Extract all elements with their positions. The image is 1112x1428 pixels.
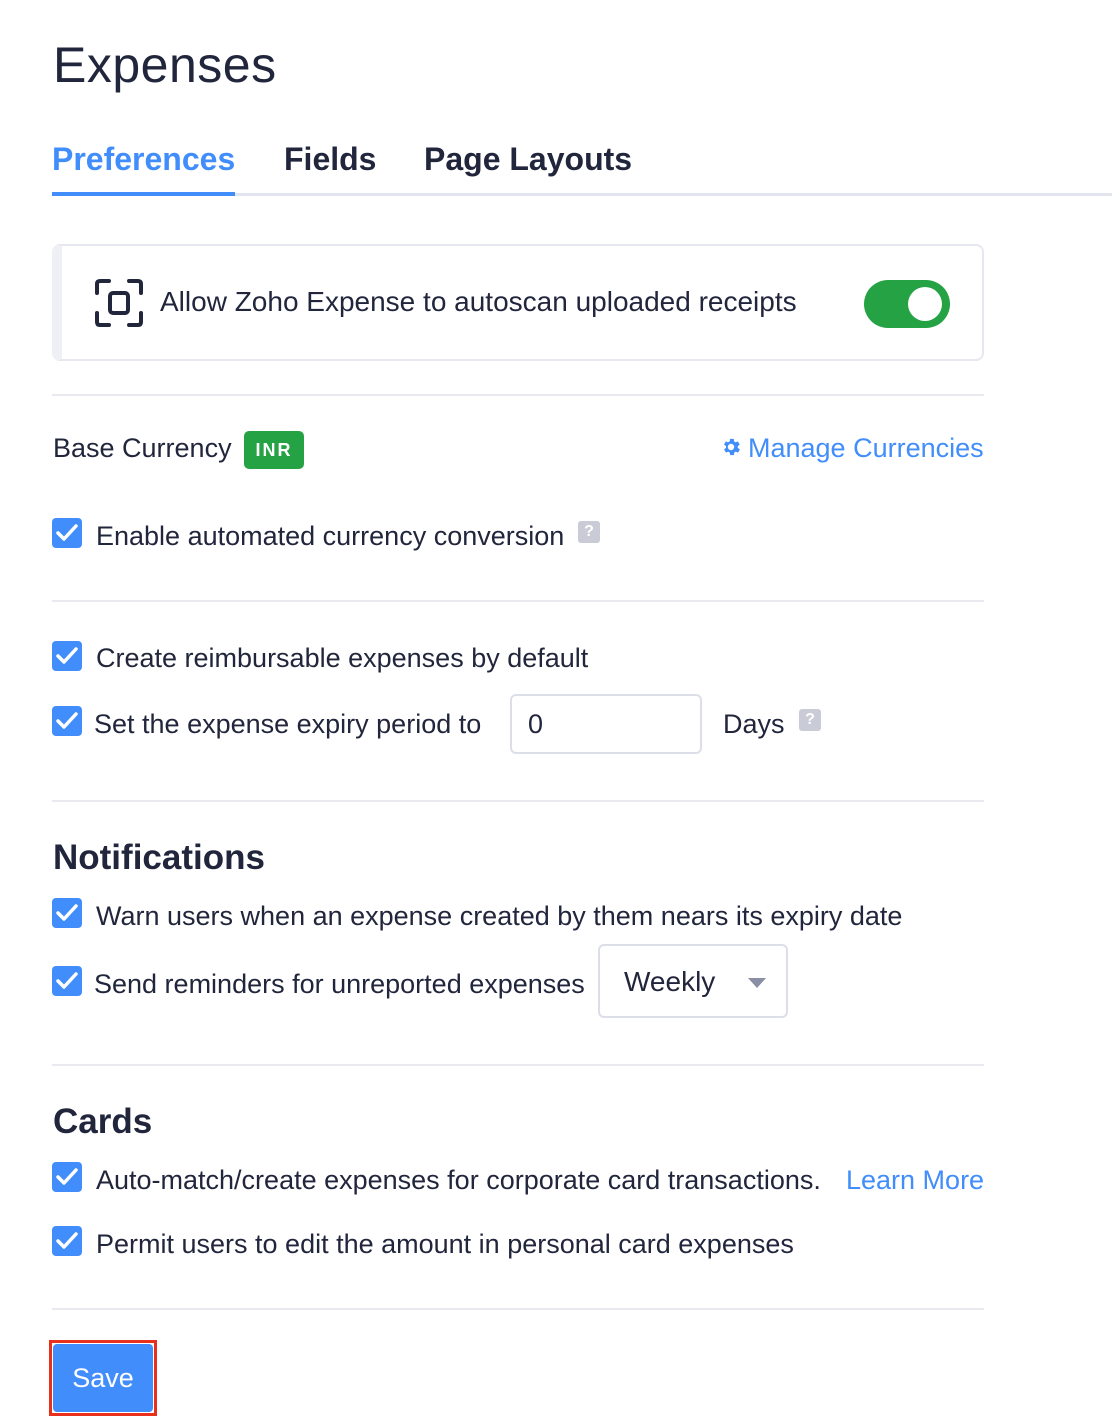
reminder-checkbox[interactable] — [52, 966, 82, 996]
reimbursable-checkbox[interactable] — [52, 641, 82, 671]
divider — [52, 1064, 984, 1066]
automatch-checkbox[interactable] — [52, 1162, 82, 1192]
divider — [52, 800, 984, 802]
help-icon[interactable]: ? — [578, 521, 600, 543]
tab-page-layouts[interactable]: Page Layouts — [424, 138, 632, 196]
manage-currencies-link[interactable]: Manage Currencies — [748, 433, 984, 464]
expiry-checkbox[interactable] — [52, 706, 82, 736]
edit-amount-label: Permit users to edit the amount in perso… — [96, 1229, 794, 1259]
divider — [52, 600, 984, 602]
help-icon[interactable]: ? — [799, 709, 821, 731]
reminder-frequency-select[interactable]: Weekly — [598, 944, 788, 1018]
cards-heading: Cards — [53, 1102, 153, 1141]
learn-more-link[interactable]: Learn More — [846, 1165, 984, 1196]
expiry-unit-label: Days — [723, 709, 785, 739]
gear-icon[interactable] — [720, 436, 742, 458]
reminder-label: Send reminders for unreported expenses — [94, 969, 585, 999]
base-currency-label: Base Currency — [53, 433, 232, 463]
expiry-label: Set the expense expiry period to — [94, 709, 482, 739]
page-title: Expenses — [53, 37, 277, 93]
auto-conversion-checkbox[interactable] — [52, 518, 82, 548]
scan-icon — [95, 279, 143, 327]
autoscan-card: Allow Zoho Expense to autoscan uploaded … — [52, 244, 984, 361]
autoscan-toggle[interactable] — [864, 280, 950, 328]
currency-badge: INR — [244, 431, 304, 469]
autoscan-label: Allow Zoho Expense to autoscan uploaded … — [160, 286, 797, 317]
reimbursable-label: Create reimbursable expenses by default — [96, 643, 589, 673]
warn-expiry-label: Warn users when an expense created by th… — [96, 901, 903, 931]
divider — [52, 1308, 984, 1310]
expiry-period-input[interactable] — [510, 694, 702, 754]
warn-expiry-checkbox[interactable] — [52, 898, 82, 928]
automatch-label: Auto-match/create expenses for corporate… — [96, 1165, 821, 1195]
caret-down-icon — [748, 978, 766, 988]
select-value: Weekly — [624, 966, 716, 997]
tab-bar: Preferences Fields Page Layouts — [52, 138, 1112, 196]
edit-amount-checkbox[interactable] — [52, 1226, 82, 1256]
tab-preferences[interactable]: Preferences — [52, 138, 236, 196]
tab-fields[interactable]: Fields — [284, 138, 376, 196]
save-button[interactable]: Save — [53, 1344, 153, 1412]
toggle-knob — [908, 287, 942, 321]
notifications-heading: Notifications — [53, 838, 265, 877]
divider — [52, 394, 984, 396]
auto-conversion-label: Enable automated currency conversion — [96, 521, 565, 551]
